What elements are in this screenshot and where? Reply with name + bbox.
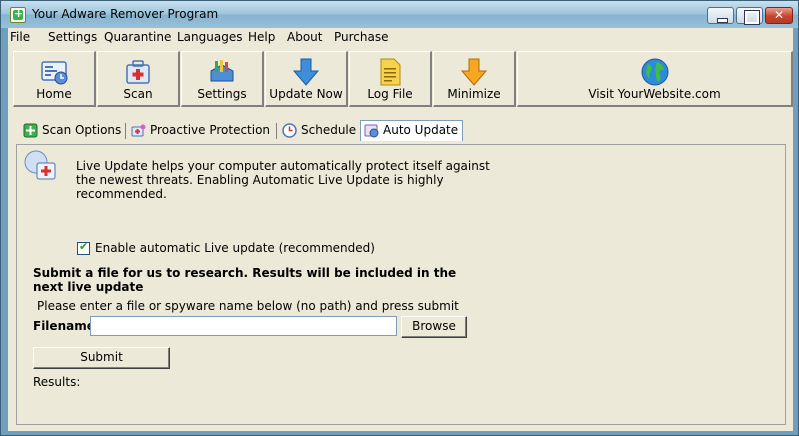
menu-languages[interactable]: Languages: [177, 30, 242, 44]
menu-file[interactable]: File: [10, 30, 30, 44]
medkit-icon: [126, 60, 150, 84]
enable-auto-update-checkbox[interactable]: [77, 240, 90, 255]
tab-schedule-label: Schedule: [301, 123, 357, 137]
document-icon: [380, 58, 401, 86]
maximize-window-button[interactable]: [736, 7, 763, 25]
minimize-window-button[interactable]: [707, 7, 734, 24]
menu-about[interactable]: About: [287, 30, 322, 44]
down-arrow-icon: [460, 58, 488, 86]
minimize-label: Minimize: [447, 87, 501, 101]
toolbox-icon: [210, 60, 234, 82]
home-button[interactable]: Home: [13, 51, 96, 107]
tab-scan-options-label: Scan Options: [42, 123, 122, 137]
update-now-button[interactable]: Update Now: [265, 51, 348, 107]
submit-button[interactable]: Submit: [33, 347, 170, 369]
browse-button[interactable]: Browse: [401, 316, 467, 338]
update-now-label: Update Now: [269, 87, 343, 101]
close-window-button[interactable]: [765, 7, 793, 24]
title-bar[interactable]: Your Adware Remover Program: [1, 1, 798, 28]
scan-button[interactable]: Scan: [97, 51, 180, 107]
update-icon: [364, 124, 379, 138]
tab-auto-update[interactable]: Auto Update: [360, 120, 463, 141]
live-update-icon: [24, 150, 56, 180]
app-window: Your Adware Remover Program File Setting…: [0, 0, 799, 436]
globe-icon: [641, 58, 668, 86]
live-update-description: Live Update helps your computer automati…: [76, 159, 490, 201]
tab-scan-options[interactable]: Scan Options: [20, 121, 124, 141]
toolbar: Home Scan Settings Update Now Log File M…: [8, 49, 793, 109]
tab-separator: [276, 123, 277, 139]
scan-label: Scan: [123, 87, 153, 101]
submit-file-heading: Submit a file for us to research. Result…: [33, 266, 457, 294]
window-title: Your Adware Remover Program: [32, 7, 219, 21]
app-icon: [10, 7, 26, 23]
filename-input[interactable]: [90, 316, 397, 336]
tab-strip: Scan Options Proactive Protection Schedu…: [8, 120, 793, 143]
tab-proactive-protection[interactable]: Proactive Protection: [128, 121, 274, 141]
tab-separator: [125, 123, 126, 139]
settings-button[interactable]: Settings: [181, 51, 264, 107]
log-file-label: Log File: [367, 87, 413, 101]
home-icon: [41, 61, 68, 85]
visit-website-button[interactable]: Visit YourWebsite.com: [517, 51, 793, 107]
settings-label: Settings: [197, 87, 247, 101]
enable-auto-update-label[interactable]: Enable automatic Live update (recommende…: [95, 241, 375, 255]
submit-file-hint: Please enter a file or spyware name belo…: [37, 299, 459, 313]
visit-website-label: Visit YourWebsite.com: [588, 87, 721, 101]
menu-purchase[interactable]: Purchase: [334, 30, 389, 44]
client-area: File Settings Quarantine Languages Help …: [8, 28, 793, 431]
download-arrow-icon: [292, 58, 320, 86]
log-file-button[interactable]: Log File: [349, 51, 432, 107]
menu-bar: File Settings Quarantine Languages Help …: [8, 28, 793, 48]
auto-update-panel: Live Update helps your computer automati…: [16, 144, 786, 425]
home-label: Home: [36, 87, 72, 101]
results-label: Results:: [33, 375, 81, 389]
menu-help[interactable]: Help: [248, 30, 275, 44]
menu-quarantine[interactable]: Quarantine: [104, 30, 171, 44]
tab-auto-update-label: Auto Update: [383, 123, 459, 137]
clock-icon: [282, 123, 297, 138]
minimize-button[interactable]: Minimize: [433, 51, 516, 107]
tab-proactive-protection-label: Proactive Protection: [150, 123, 271, 137]
protection-icon: [131, 124, 146, 137]
menu-settings[interactable]: Settings: [48, 30, 97, 44]
shield-icon: [23, 123, 38, 138]
tab-schedule[interactable]: Schedule: [279, 121, 359, 141]
